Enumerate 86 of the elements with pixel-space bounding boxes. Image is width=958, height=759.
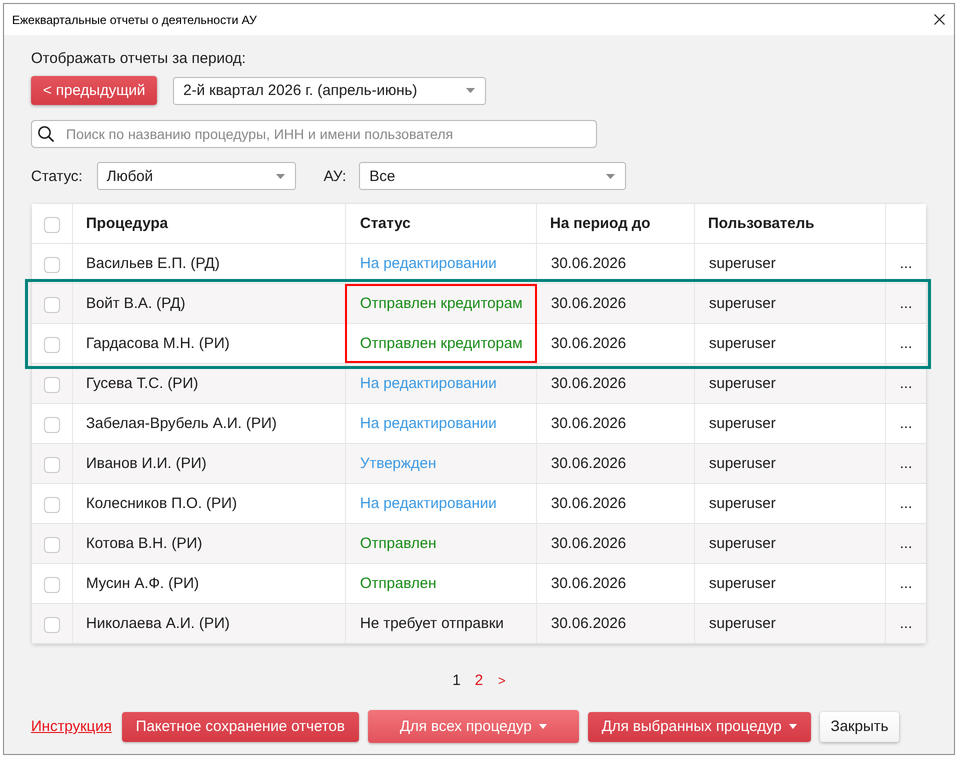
au-filter-label: АУ: [324,168,346,184]
status-filter-label: Статус: [31,168,83,184]
row-checkbox[interactable] [44,576,60,592]
user-name: superuser [709,535,776,552]
procedure-name: Колесников П.О. (РИ) [86,495,237,512]
column-header: Процедура [86,215,168,232]
procedure-name: Войт В.А. (РД) [86,295,186,312]
selected-procedures-menu-button[interactable]: Для выбранных процедур [588,712,811,742]
row-checkbox[interactable] [44,536,60,552]
row-actions-ellipsis[interactable]: ... [900,295,912,312]
user-name: superuser [709,255,776,272]
search-icon [38,126,54,142]
row-actions-ellipsis[interactable]: ... [900,575,912,592]
row-checkbox[interactable] [44,416,60,432]
period-dropdown[interactable]: 2-й квартал 2026 г. (апрель-июнь) [173,76,486,104]
row-checkbox[interactable] [44,496,60,512]
period-end-date: 30.06.2026 [551,415,626,432]
period-end-date: 30.06.2026 [551,375,626,392]
status-text: Утвержден [360,455,436,472]
user-name: superuser [709,335,776,352]
user-name: superuser [709,415,776,432]
dropdown-arrow-icon [606,174,616,178]
row-checkbox[interactable] [44,296,60,312]
row-checkbox[interactable] [44,456,60,472]
status-filter-dropdown[interactable]: Любой [96,162,296,190]
user-name: superuser [709,575,776,592]
user-name: superuser [709,375,776,392]
row-checkbox[interactable] [44,336,60,352]
user-name: superuser [709,495,776,512]
user-name: superuser [709,615,776,632]
row-checkbox[interactable] [44,256,60,272]
procedure-name: Николаева А.И. (РИ) [86,615,230,632]
row-actions-ellipsis[interactable]: ... [900,415,912,432]
row-actions-ellipsis[interactable]: ... [900,535,912,552]
row-actions-ellipsis[interactable]: ... [900,335,912,352]
period-end-date: 30.06.2026 [551,255,626,272]
dropdown-arrow-icon [276,174,285,178]
page-link[interactable]: 1 [452,672,461,690]
previous-period-button[interactable]: < предыдущий [31,76,158,105]
column-header: Пользователь [708,215,814,232]
procedure-name: Васильев Е.П. (РД) [86,255,220,272]
procedure-name: Гардасова М.Н. (РИ) [86,335,230,352]
close-icon[interactable] [934,14,945,25]
row-actions-ellipsis[interactable]: ... [900,495,912,512]
status-text: На редактировании [360,375,497,392]
status-text: Отправлен кредиторам [360,335,523,352]
page-link[interactable]: 2 [474,672,484,690]
status-text: Отправлен [360,535,436,552]
select-all-checkbox[interactable] [44,216,60,232]
status-text: На редактировании [360,495,497,512]
period-end-date: 30.06.2026 [551,615,626,632]
batch-save-button[interactable]: Пакетное сохранение отчетов [122,712,359,742]
au-filter-dropdown[interactable]: Все [359,162,626,190]
row-checkbox[interactable] [44,376,60,392]
row-actions-ellipsis[interactable]: ... [900,615,912,632]
period-end-date: 30.06.2026 [551,455,626,472]
procedure-name: Иванов И.И. (РИ) [86,455,207,472]
period-end-date: 30.06.2026 [551,575,626,592]
column-header: На период до [550,215,650,232]
row-checkbox[interactable] [44,616,60,632]
search-field[interactable]: Поиск по названию процедуры, ИНН и имени пользователя [31,120,597,148]
status-text: Отправлен [360,575,436,592]
close-button[interactable]: Закрыть [820,712,900,742]
row-actions-ellipsis[interactable]: ... [900,255,912,272]
status-text: Не требует отправки [360,615,504,632]
row-actions-ellipsis[interactable]: ... [900,455,912,472]
procedure-name: Котова В.Н. (РИ) [86,535,202,552]
user-name: superuser [709,455,776,472]
window-title: Ежеквартальные отчеты о деятельности АУ [12,12,257,26]
column-header: Статус [360,215,411,232]
period-end-date: 30.06.2026 [551,295,626,312]
status-text: Отправлен кредиторам [360,295,523,312]
procedure-name: Гусева Т.С. (РИ) [86,375,198,392]
period-end-date: 30.06.2026 [551,495,626,512]
procedure-name: Мусин А.Ф. (РИ) [86,575,200,592]
period-label: Отображать отчеты за период: [31,50,247,68]
status-text: На редактировании [360,415,497,432]
next-page-link[interactable]: > [498,672,506,690]
period-end-date: 30.06.2026 [551,535,626,552]
period-end-date: 30.06.2026 [551,335,626,352]
row-actions-ellipsis[interactable]: ... [900,375,912,392]
user-name: superuser [709,295,776,312]
instructions-link[interactable]: Инструкция [31,718,112,735]
status-text: На редактировании [360,255,497,272]
dropdown-arrow-icon [466,88,476,93]
procedure-name: Забелая-Врубель А.И. (РИ) [86,415,277,432]
